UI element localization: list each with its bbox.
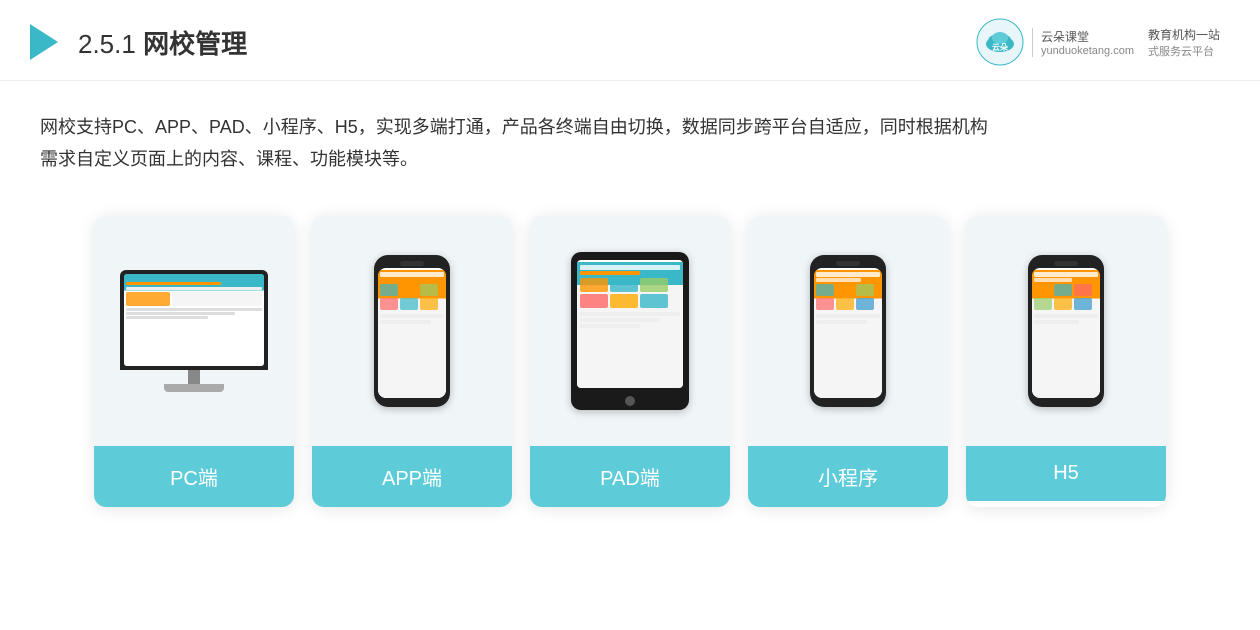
brand-tagline-1: 教育机构一站: [1148, 26, 1220, 43]
card-pad: PAD端: [530, 216, 730, 507]
tablet-frame: [571, 252, 689, 410]
tablet-screen-content: [577, 262, 683, 388]
phone-mini-screen: [814, 268, 882, 398]
phone-mini-content: [814, 270, 882, 398]
card-pad-label: PAD端: [530, 446, 730, 507]
logo-triangle-icon: [30, 24, 58, 60]
tablet-screen: [577, 260, 683, 388]
brand-tagline: 教育机构一站 式服务云平台: [1142, 26, 1220, 59]
page-container: 2.5.1 网校管理 云朵 云朵课堂 yunduoketang.com: [0, 0, 1260, 630]
brand-logo: 云朵 云朵课堂 yunduoketang.com 教育机构一站 式服务云平台: [976, 18, 1220, 66]
card-h5: H5: [966, 216, 1166, 507]
card-pad-image: [530, 216, 730, 446]
card-miniprogram: 小程序: [748, 216, 948, 507]
phone-app-content: [378, 270, 446, 398]
brand-name: 云朵课堂: [1041, 28, 1134, 45]
svg-text:云朵: 云朵: [992, 42, 1008, 52]
phone-h5-screen: [1032, 268, 1100, 398]
page-title-prefix: 2.5.1: [78, 29, 143, 59]
description-text: 网校支持PC、APP、PAD、小程序、H5，实现多端打通，产品各终端自由切换，数…: [40, 111, 1220, 176]
card-app: APP端: [312, 216, 512, 507]
monitor-screen-content: [124, 274, 264, 366]
brand-url: yunduoketang.com: [1041, 45, 1134, 57]
phone-mini-notch: [836, 261, 860, 266]
header: 2.5.1 网校管理 云朵 云朵课堂 yunduoketang.com: [0, 0, 1260, 81]
card-app-label: APP端: [312, 446, 512, 507]
cards-container: PC端: [0, 196, 1260, 537]
phone-app-screen: [378, 268, 446, 398]
header-right: 云朵 云朵课堂 yunduoketang.com 教育机构一站 式服务云平台: [976, 18, 1220, 66]
monitor-screen: [124, 274, 264, 366]
pc-monitor: [120, 270, 268, 392]
description: 网校支持PC、APP、PAD、小程序、H5，实现多端打通，产品各终端自由切换，数…: [0, 81, 1260, 196]
phone-app-frame: [374, 255, 450, 407]
card-app-image: [312, 216, 512, 446]
page-title: 2.5.1 网校管理: [78, 24, 247, 61]
phone-mini-frame: [810, 255, 886, 407]
monitor-neck: [188, 370, 200, 384]
brand-cloud-icon: 云朵: [976, 18, 1024, 66]
card-pc-image: [94, 216, 294, 446]
card-h5-label: H5: [966, 446, 1166, 501]
card-miniprogram-label: 小程序: [748, 446, 948, 507]
monitor-frame: [120, 270, 268, 370]
header-left: 2.5.1 网校管理: [30, 24, 247, 61]
phone-h5-content: [1032, 270, 1100, 398]
phone-notch: [400, 261, 424, 266]
card-pc: PC端: [94, 216, 294, 507]
phone-h5-notch: [1054, 261, 1078, 266]
page-title-main: 网校管理: [143, 29, 247, 59]
brand-text: 云朵课堂 yunduoketang.com: [1032, 28, 1134, 57]
tablet-home-button: [625, 396, 635, 406]
card-miniprogram-image: [748, 216, 948, 446]
card-pc-label: PC端: [94, 446, 294, 507]
phone-h5-frame: [1028, 255, 1104, 407]
card-h5-image: [966, 216, 1166, 446]
brand-tagline-2: 式服务云平台: [1148, 43, 1220, 59]
monitor-base: [164, 384, 224, 392]
